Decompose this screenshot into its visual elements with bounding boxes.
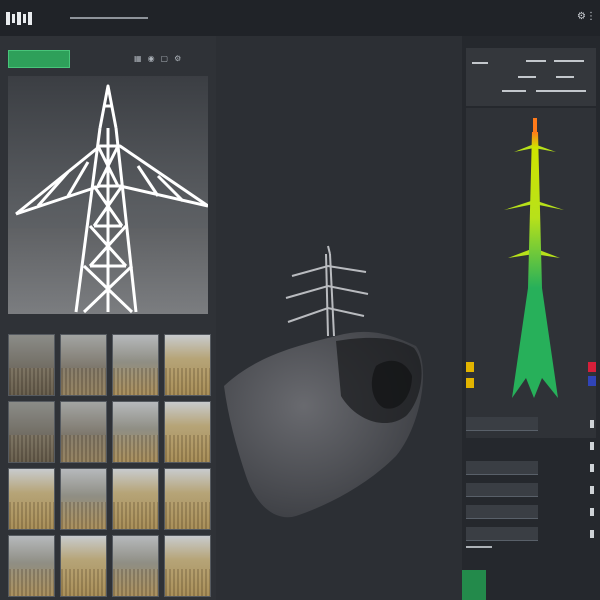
scale-marker-yellow xyxy=(466,378,474,388)
run-button[interactable] xyxy=(462,570,486,600)
image-thumbnail[interactable] xyxy=(8,401,55,463)
property-field[interactable] xyxy=(466,505,538,519)
scale-marker-red xyxy=(588,362,596,372)
properties-list xyxy=(466,412,596,572)
header-line xyxy=(554,60,584,62)
gear-icon[interactable]: ⚙ xyxy=(577,11,586,22)
property-row[interactable] xyxy=(466,416,596,432)
wireframe-preview[interactable] xyxy=(8,76,208,314)
section-divider xyxy=(466,546,492,548)
property-field[interactable] xyxy=(466,417,538,431)
menu-icon[interactable]: ⋮ xyxy=(586,11,596,22)
property-row[interactable] xyxy=(466,504,596,520)
image-thumbnail[interactable] xyxy=(112,334,159,396)
property-row[interactable] xyxy=(466,482,596,498)
image-thumbnail[interactable] xyxy=(164,401,211,463)
property-toggle[interactable] xyxy=(590,420,594,428)
image-thumbnail[interactable] xyxy=(164,468,211,530)
property-toggle[interactable] xyxy=(590,464,594,472)
image-thumbnail[interactable] xyxy=(60,334,107,396)
header-line xyxy=(518,76,536,78)
property-field[interactable] xyxy=(466,527,538,541)
property-toggle[interactable] xyxy=(590,530,594,538)
image-thumbnail-grid xyxy=(8,334,211,597)
title-underline xyxy=(70,17,148,19)
image-thumbnail[interactable] xyxy=(8,535,55,597)
image-thumbnail[interactable] xyxy=(60,401,107,463)
settings-icon[interactable]: ⚙ xyxy=(174,54,181,63)
property-toggle[interactable] xyxy=(590,508,594,516)
property-row[interactable] xyxy=(466,460,596,476)
header-line xyxy=(502,90,526,92)
scale-marker-blue xyxy=(588,376,596,386)
property-field[interactable] xyxy=(466,483,538,497)
image-thumbnail[interactable] xyxy=(164,334,211,396)
image-thumbnail[interactable] xyxy=(8,468,55,530)
image-thumbnail[interactable] xyxy=(60,468,107,530)
image-thumbnail[interactable] xyxy=(164,535,211,597)
header-line xyxy=(526,60,546,62)
left-panel: ▦ ◉ ▢ ⚙ xyxy=(0,36,216,600)
properties-header xyxy=(466,48,596,106)
property-toggle[interactable] xyxy=(590,486,594,494)
stress-heatmap-view[interactable] xyxy=(466,108,596,438)
header-line xyxy=(556,76,574,78)
property-toggle[interactable] xyxy=(590,442,594,450)
image-thumbnail[interactable] xyxy=(60,535,107,597)
tower-heatmap xyxy=(504,118,564,398)
property-row[interactable] xyxy=(466,438,596,454)
image-thumbnail[interactable] xyxy=(8,334,55,396)
image-thumbnail[interactable] xyxy=(112,468,159,530)
right-panel xyxy=(462,36,600,600)
scale-marker-yellow xyxy=(466,362,474,372)
property-row[interactable] xyxy=(466,526,596,542)
property-field[interactable] xyxy=(466,461,538,475)
image-thumbnail[interactable] xyxy=(112,535,159,597)
toolbar: ▦ ◉ ▢ ⚙ xyxy=(134,54,181,63)
point-cloud-render xyxy=(224,245,424,518)
top-bar: ⚙ ⋮ xyxy=(0,0,600,36)
app-logo xyxy=(6,10,32,26)
tower-wireframe xyxy=(15,84,208,314)
header-line xyxy=(536,90,586,92)
frame-icon[interactable]: ▢ xyxy=(161,54,169,63)
image-thumbnail[interactable] xyxy=(112,401,159,463)
import-button[interactable] xyxy=(8,50,70,68)
camera-icon[interactable]: ◉ xyxy=(148,54,155,63)
3d-viewport[interactable] xyxy=(216,36,462,600)
header-line xyxy=(472,62,488,64)
grid-icon[interactable]: ▦ xyxy=(134,54,142,63)
